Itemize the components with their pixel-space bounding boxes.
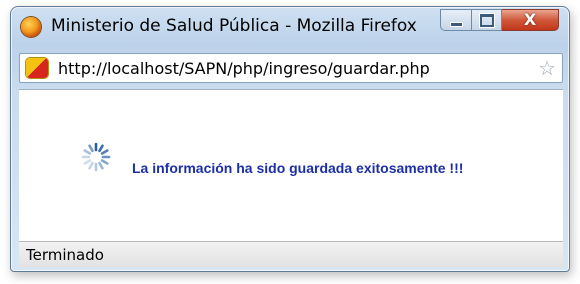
browser-window: Ministerio de Salud Pública - Mozilla Fi… [10, 6, 570, 272]
status-text: Terminado [26, 246, 104, 264]
close-icon: X [523, 10, 537, 29]
loading-spinner-icon [81, 142, 111, 172]
site-favicon-icon [26, 58, 48, 78]
address-bar[interactable]: http://localhost/SAPN/php/ingreso/guarda… [19, 53, 563, 83]
star-icon[interactable]: ☆ [538, 56, 556, 80]
url-text[interactable]: http://localhost/SAPN/php/ingreso/guarda… [58, 59, 430, 78]
window-title: Ministerio de Salud Pública - Mozilla Fi… [51, 16, 417, 36]
status-bar: Terminado [19, 241, 563, 267]
close-button[interactable]: X [502, 9, 559, 31]
maximize-button[interactable] [472, 9, 502, 31]
success-message: La información ha sido guardada exitosam… [132, 160, 464, 176]
title-bar[interactable]: Ministerio de Salud Pública - Mozilla Fi… [11, 7, 569, 45]
minimize-icon [449, 21, 463, 27]
minimize-button[interactable] [440, 9, 472, 31]
maximize-icon [479, 13, 494, 27]
firefox-icon [21, 17, 41, 37]
page-content: La información ha sido guardada exitosam… [19, 89, 563, 242]
